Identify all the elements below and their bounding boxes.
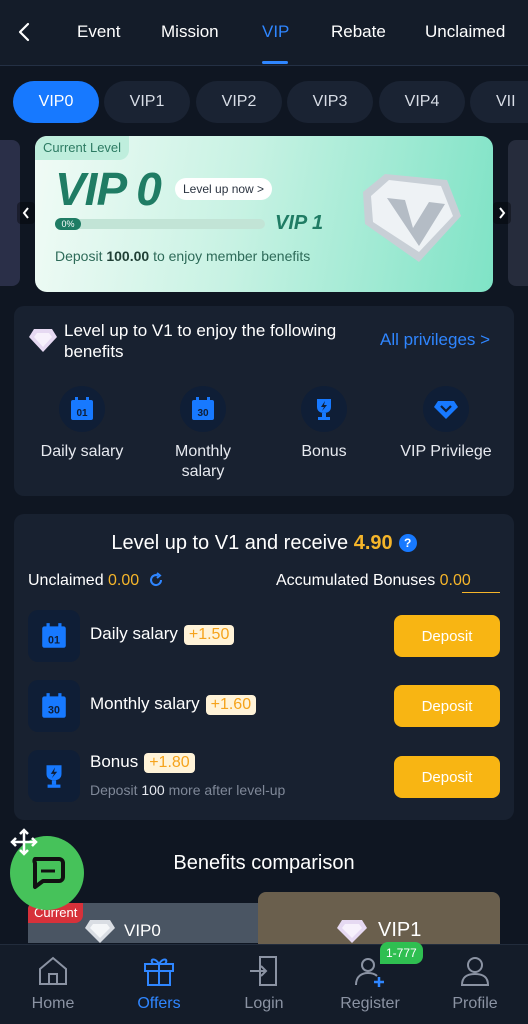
gift-icon xyxy=(144,958,174,986)
benefit-bonus[interactable]: Bonus xyxy=(264,386,384,462)
tab-event[interactable]: Event xyxy=(77,22,120,42)
current-level-name: VIP 0 xyxy=(55,163,162,215)
level-progress-bar xyxy=(55,219,265,229)
levelup-title: Level up to V1 and receive 4.90? xyxy=(14,532,514,555)
benefits-title: Level up to V1 to enjoy the following be… xyxy=(64,321,337,361)
nav-offers[interactable]: Offers xyxy=(106,953,212,1013)
back-arrow-icon[interactable] xyxy=(14,20,34,44)
monthly-salary-deposit-button[interactable]: Deposit xyxy=(394,685,500,727)
nav-home[interactable]: Home xyxy=(0,953,106,1013)
diamond-icon xyxy=(423,386,469,432)
nav-login[interactable]: Login xyxy=(211,953,317,1013)
bottom-nav: Home Offers Login Register Profile xyxy=(0,944,528,1024)
deposit-hint: Deposit 100.00 to enjoy member benefits xyxy=(55,248,311,264)
vip-shield-icon xyxy=(363,174,461,262)
carousel-prev-icon[interactable] xyxy=(17,202,35,224)
bonus-deposit-button[interactable]: Deposit xyxy=(394,756,500,798)
bonus-requirement: Deposit 100 more after level-up xyxy=(90,782,286,798)
home-icon xyxy=(39,956,67,985)
chat-icon xyxy=(32,857,65,889)
register-badge: 1-777 xyxy=(380,942,423,964)
svg-text:01: 01 xyxy=(48,635,60,647)
level-up-button[interactable]: Level up now > xyxy=(175,178,273,200)
level-pill-vip4[interactable]: VIP4 xyxy=(379,81,465,123)
tab-rebate[interactable]: Rebate xyxy=(331,22,386,42)
calendar-01-icon: 01 xyxy=(59,386,105,432)
benefits-panel: Level up to V1 to enjoy the following be… xyxy=(14,306,514,496)
next-level-name: VIP 1 xyxy=(275,212,324,234)
level-pill-vip5[interactable]: VII xyxy=(470,81,528,123)
daily-salary-bonus: +1.50 xyxy=(183,625,235,645)
svg-text:01: 01 xyxy=(76,408,88,419)
monthly-salary-item: Monthly salary +1.60 xyxy=(90,694,257,715)
progress-percent: 0% xyxy=(55,218,81,230)
diamond-icon xyxy=(85,920,115,943)
calendar-30-icon: 30 xyxy=(28,680,80,732)
calendar-30-icon: 30 xyxy=(180,386,226,432)
current-level-card: Current Level VIP 0 Level up now > 0% VI… xyxy=(35,136,493,292)
tab-unclaimed[interactable]: Unclaimed xyxy=(425,22,505,42)
calendar-01-icon: 01 xyxy=(28,610,80,662)
accumulated-underline xyxy=(462,592,500,593)
benefit-daily-salary[interactable]: 01 Daily salary xyxy=(22,386,142,462)
daily-salary-deposit-button[interactable]: Deposit xyxy=(394,615,500,657)
unclaimed-label: Unclaimed 0.00 xyxy=(28,572,164,590)
trophy-icon xyxy=(301,386,347,432)
level-pill-vip0[interactable]: VIP0 xyxy=(13,81,99,123)
active-tab-indicator xyxy=(262,61,288,64)
level-pill-vip1[interactable]: VIP1 xyxy=(104,81,190,123)
refresh-icon[interactable] xyxy=(148,572,164,588)
svg-text:30: 30 xyxy=(48,705,60,717)
comparison-right-level: VIP1 xyxy=(378,919,422,941)
current-level-tag: Current Level xyxy=(35,136,130,160)
bonus-item: Bonus +1.80 xyxy=(90,752,195,773)
nav-profile[interactable]: Profile xyxy=(422,953,528,1013)
diamond-icon xyxy=(337,920,367,943)
levelup-panel: Level up to V1 and receive 4.90? Unclaim… xyxy=(14,514,514,820)
svg-text:30: 30 xyxy=(197,408,209,419)
accumulated-bonuses-label: Accumulated Bonuses 0.00 xyxy=(276,572,471,589)
profile-icon xyxy=(460,957,490,986)
tab-vip[interactable]: VIP xyxy=(262,22,289,42)
bonus-bonus: +1.80 xyxy=(144,753,195,773)
trophy-icon xyxy=(28,750,80,802)
top-nav: Event Mission VIP Rebate Unclaimed xyxy=(0,0,528,66)
carousel-next-icon[interactable] xyxy=(493,202,511,224)
level-pill-vip3[interactable]: VIP3 xyxy=(287,81,373,123)
benefit-vip-privilege[interactable]: VIP Privilege xyxy=(386,386,506,462)
move-handle-icon[interactable] xyxy=(10,828,38,856)
level-pill-vip2[interactable]: VIP2 xyxy=(196,81,282,123)
help-icon[interactable]: ? xyxy=(398,534,417,552)
diamond-icon xyxy=(29,329,57,352)
benefit-monthly-salary[interactable]: 30 Monthly salary xyxy=(143,386,263,482)
next-card-peek xyxy=(508,140,528,286)
monthly-salary-bonus: +1.60 xyxy=(205,695,257,715)
comparison-left-level: VIP0 xyxy=(124,921,161,940)
daily-salary-item: Daily salary +1.50 xyxy=(90,624,235,645)
tab-mission[interactable]: Mission xyxy=(161,22,219,42)
all-privileges-link[interactable]: All privileges > xyxy=(380,330,490,350)
login-icon xyxy=(250,956,277,986)
